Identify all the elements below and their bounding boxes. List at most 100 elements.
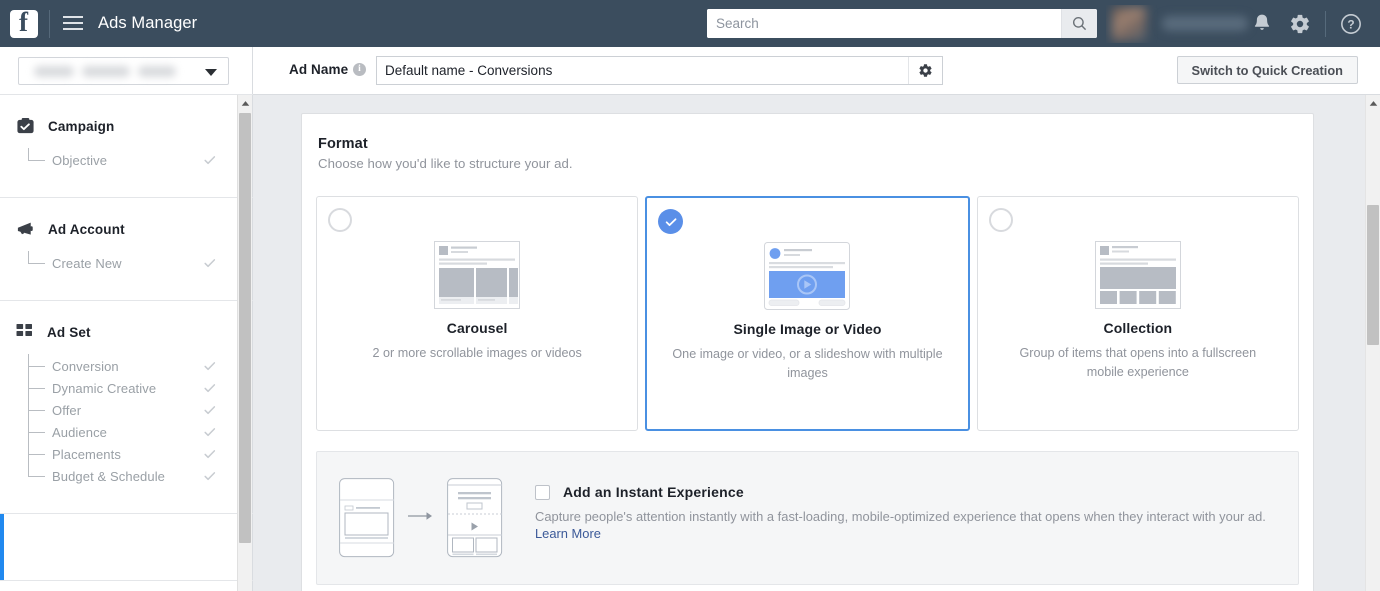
sidebar-section-ad-set: Ad Set Conversion Dynamic Creative Offer… xyxy=(0,301,253,514)
search-input[interactable] xyxy=(707,9,1061,38)
tree-connector-horizontal xyxy=(28,366,45,367)
instant-experience-body: Add an Instant Experience Capture people… xyxy=(535,474,1266,543)
sidebar-scrollbar[interactable] xyxy=(237,95,252,591)
sidebar-item-offer[interactable]: Offer xyxy=(0,388,253,421)
sidebar-item-ad-account[interactable]: Ad Account xyxy=(0,216,253,242)
svg-text:?: ? xyxy=(1347,17,1354,31)
main-scrollbar-thumb[interactable] xyxy=(1367,205,1379,345)
ad-name-bar: Ad Name i Switch to Quick Creation xyxy=(253,47,1380,95)
sidebar-section-ad-account: Ad Account Create New xyxy=(0,198,253,301)
help-button[interactable]: ? xyxy=(1332,0,1370,47)
tree-connector-horizontal xyxy=(28,388,45,389)
check-icon xyxy=(203,425,217,444)
chevron-down-icon xyxy=(205,69,217,76)
format-subtitle: Choose how you'd like to structure your … xyxy=(318,156,573,171)
tree-connector-horizontal xyxy=(28,160,45,161)
format-card-header: Format Choose how you'd like to structur… xyxy=(302,114,1313,171)
check-icon xyxy=(203,153,217,172)
notifications-button[interactable] xyxy=(1243,0,1281,47)
format-card: Format Choose how you'd like to structur… xyxy=(301,113,1314,591)
tree-connector-vertical xyxy=(28,410,29,432)
tree-connector-vertical xyxy=(28,251,29,263)
single-image-video-thumbnail-icon xyxy=(764,242,851,315)
sidebar-item-create-new[interactable]: Create New xyxy=(0,251,253,274)
topbar-icon-group: ? xyxy=(1243,0,1370,47)
sidebar-subitem-label: Placements xyxy=(52,446,121,462)
hamburger-menu-icon[interactable] xyxy=(63,16,83,31)
tree-connector-horizontal xyxy=(28,410,45,411)
sidebar-item-ad-set[interactable]: Ad Set xyxy=(0,319,253,345)
add-instant-experience-checkbox[interactable] xyxy=(535,484,550,500)
tree-connector-horizontal xyxy=(28,432,45,433)
phone-ad-icon xyxy=(339,478,395,558)
top-navigation-bar: Ads Manager ? xyxy=(0,0,1380,47)
radio-button-selected[interactable] xyxy=(658,209,684,234)
sidebar-nav: Campaign Objective Ad Account Create New… xyxy=(0,95,253,591)
ad-account-selector[interactable] xyxy=(18,57,229,85)
gear-icon xyxy=(1291,14,1309,33)
sidebar-item-objective[interactable]: Objective xyxy=(0,148,253,172)
tree-connector-horizontal xyxy=(28,476,45,477)
sidebar-subitem-label: Audience xyxy=(52,424,108,440)
facebook-logo[interactable] xyxy=(10,7,38,38)
format-option-title: Carousel xyxy=(446,320,508,336)
sidebar-subitem-label: Create New xyxy=(52,255,122,271)
format-options-group: Carousel 2 or more scrollable images or … xyxy=(302,171,1313,451)
search-bar[interactable] xyxy=(707,9,1097,38)
ad-name-field-group[interactable] xyxy=(376,56,943,85)
grid-icon xyxy=(16,324,32,336)
format-option-description: 2 or more scrollable images or videos xyxy=(372,346,582,360)
search-button[interactable] xyxy=(1061,9,1097,38)
tree-connector-vertical xyxy=(28,454,29,476)
user-name-blurred xyxy=(1162,16,1248,31)
radio-button-unselected[interactable] xyxy=(328,208,352,232)
ad-name-input[interactable] xyxy=(377,57,908,84)
check-icon xyxy=(203,469,217,488)
tree-connector-vertical xyxy=(28,432,29,454)
format-option-single-image-or-video[interactable]: Single Image or Video One image or video… xyxy=(645,196,970,431)
format-option-title: Single Image or Video xyxy=(733,321,882,337)
sidebar-item-placements[interactable]: Placements xyxy=(0,432,253,466)
check-icon xyxy=(203,381,217,400)
format-option-title: Collection xyxy=(1103,320,1173,336)
topbar-icon-divider xyxy=(1325,10,1326,37)
tree-connector-vertical xyxy=(28,366,29,388)
sidebar-item-campaign[interactable]: Campaign xyxy=(0,113,253,139)
format-option-carousel[interactable]: Carousel 2 or more scrollable images or … xyxy=(316,196,639,431)
clipboard-check-icon xyxy=(17,117,34,133)
main-scrollbar[interactable] xyxy=(1365,95,1380,591)
sidebar-subitem-label: Offer xyxy=(52,402,82,418)
switch-to-quick-creation-button[interactable]: Switch to Quick Creation xyxy=(1176,56,1358,84)
info-icon[interactable]: i xyxy=(353,63,366,76)
account-selector-row xyxy=(0,47,253,95)
learn-more-link[interactable]: Learn More xyxy=(535,526,601,541)
gear-icon xyxy=(919,64,932,77)
arrow-right-icon xyxy=(408,509,434,527)
sidebar-section-label: Ad Set xyxy=(47,324,91,340)
format-option-description: One image or video, or a slideshow with … xyxy=(672,347,943,380)
ad-name-label: Ad Name xyxy=(289,62,349,77)
search-icon xyxy=(1072,16,1087,31)
carousel-thumbnail-icon xyxy=(434,241,521,314)
main-content-area: Format Choose how you'd like to structur… xyxy=(253,95,1380,591)
topbar-divider xyxy=(49,9,50,38)
help-icon: ? xyxy=(1341,13,1361,34)
scroll-up-arrow-icon[interactable] xyxy=(1366,95,1380,112)
settings-button[interactable] xyxy=(1281,0,1319,47)
sidebar-item-conversion[interactable]: Conversion xyxy=(0,354,253,377)
sidebar-item-budget-schedule[interactable]: Budget & Schedule xyxy=(0,454,253,488)
radio-button-unselected[interactable] xyxy=(988,208,1013,232)
sidebar-scrollbar-thumb[interactable] xyxy=(239,113,251,543)
check-icon xyxy=(203,447,217,466)
check-icon xyxy=(665,217,677,226)
format-option-collection[interactable]: Collection Group of items that opens int… xyxy=(976,196,1299,431)
ad-name-settings-button[interactable] xyxy=(908,57,942,84)
tree-connector-horizontal xyxy=(28,263,45,264)
sidebar-section-ad-active[interactable] xyxy=(0,514,253,581)
sidebar-item-audience[interactable]: Audience xyxy=(0,410,253,444)
scroll-up-arrow-icon[interactable] xyxy=(238,95,252,112)
avatar xyxy=(1112,7,1146,41)
sidebar-item-dynamic-creative[interactable]: Dynamic Creative xyxy=(0,366,253,400)
instant-experience-panel: Add an Instant Experience Capture people… xyxy=(316,451,1299,585)
account-name-blurred xyxy=(26,63,186,80)
